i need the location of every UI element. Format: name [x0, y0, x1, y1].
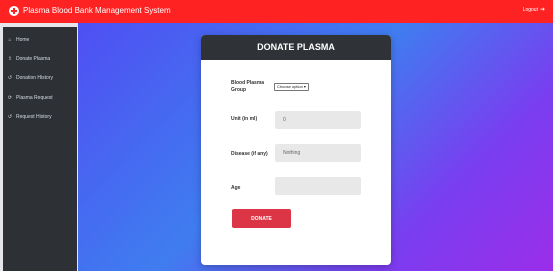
sidebar-item-donate-plasma[interactable]: ⇪ Donate Plasma [7, 56, 50, 62]
sidebar-item-label: Donate Plasma [16, 56, 51, 62]
age-label: Age [231, 185, 241, 191]
sidebar-item-label: Home [16, 37, 30, 43]
chevron-down-icon: ▾ [303, 84, 306, 89]
disease-label: Disease (if any) [231, 151, 268, 157]
donate-button[interactable]: DONATE [232, 209, 291, 228]
plus-icon [9, 5, 19, 16]
brand[interactable]: Plasma Blood Bank Management System [9, 5, 171, 16]
unit-input[interactable]: 0 [275, 111, 361, 129]
blood-group-select[interactable]: Choose option ▾ [274, 83, 309, 91]
sidebar-item-request-history[interactable]: ↺ Request History [7, 114, 52, 120]
form-title: DONATE PLASMA [201, 35, 391, 60]
history-icon: ↺ [7, 75, 13, 81]
sidebar-item-plasma-request[interactable]: ⟳ Plasma Request [7, 95, 53, 101]
home-icon: ⌂ [8, 37, 12, 43]
sync-icon: ⟳ [7, 95, 13, 101]
donate-icon: ⇪ [7, 56, 13, 62]
sidebar-item-label: Donation History [16, 75, 53, 81]
logout-link[interactable]: Logout ➜ [523, 7, 545, 13]
sidebar-item-label: Request History [16, 114, 52, 120]
donate-form-card: DONATE PLASMA Blood Plasma Group Choose … [201, 35, 391, 265]
top-navbar: Plasma Blood Bank Management System Logo… [0, 0, 553, 23]
blood-group-value: Choose option [277, 84, 303, 89]
sidebar-item-label: Plasma Request [16, 95, 53, 101]
blood-group-label: Blood Plasma Group [231, 80, 265, 93]
logout-label: Logout [522, 7, 538, 13]
disease-input[interactable]: Nothing [275, 144, 361, 162]
unit-label: Unit (in ml) [231, 116, 258, 122]
app-title: Plasma Blood Bank Management System [23, 6, 171, 15]
sidebar-item-home[interactable]: ⌂ Home [7, 37, 29, 43]
age-input[interactable] [275, 177, 361, 195]
logout-icon: ➜ [539, 7, 545, 13]
sidebar: ⌂ Home ⇪ Donate Plasma ↺ Donation Histor… [3, 27, 77, 271]
history-icon: ↺ [7, 114, 13, 120]
sidebar-item-donation-history[interactable]: ↺ Donation History [7, 75, 53, 81]
